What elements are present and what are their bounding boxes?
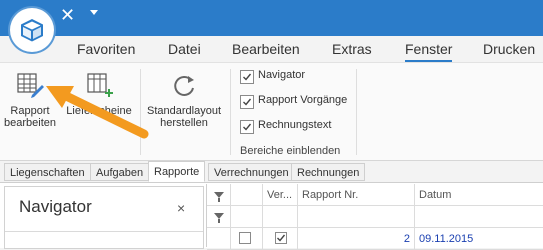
menu-drucken[interactable]: Drucken xyxy=(483,41,535,57)
tab-verrechnungen[interactable]: Verrechnungen xyxy=(208,163,295,181)
annotation-arrow-icon xyxy=(46,86,149,139)
close-icon[interactable]: × xyxy=(177,200,185,216)
navigator-panel: Navigator × xyxy=(4,186,204,249)
grid-filter-row-icon[interactable] xyxy=(207,206,231,228)
grid-filter-cell[interactable] xyxy=(231,206,263,228)
menu-bearbeiten[interactable]: Bearbeiten xyxy=(232,41,300,57)
standardlayout-button[interactable]: Standardlayout herstellen xyxy=(144,71,224,129)
grid-filter-cell[interactable] xyxy=(263,206,298,228)
menu-bar: Favoriten Datei Bearbeiten Extras Fenste… xyxy=(0,36,543,62)
navigator-title: Navigator xyxy=(19,197,92,216)
tab-rapporte[interactable]: Rapporte xyxy=(148,161,206,182)
grid-header-rapport-nr[interactable]: Rapport Nr. xyxy=(298,184,415,206)
ribbon-separator xyxy=(230,69,231,155)
grid-filter-header[interactable] xyxy=(207,184,231,206)
tab-aufgaben[interactable]: Aufgaben xyxy=(90,163,150,181)
tab-rechnungen[interactable]: Rechnungen xyxy=(291,163,366,181)
menu-extras[interactable]: Extras xyxy=(332,41,372,57)
grid-filter-cell[interactable] xyxy=(298,206,415,228)
ribbon-separator xyxy=(356,69,357,155)
checkbox-checked-icon[interactable] xyxy=(275,232,287,244)
navigator-divider xyxy=(5,231,203,232)
menu-datei[interactable]: Datei xyxy=(168,41,201,57)
menu-favoriten[interactable]: Favoriten xyxy=(77,41,135,57)
checkbox-icon[interactable] xyxy=(239,232,251,244)
grid-header-ver[interactable]: Ver... xyxy=(263,184,298,206)
grid-select-header xyxy=(231,184,263,206)
checkbox-icon[interactable] xyxy=(240,95,254,109)
ribbon-group-label: Bereiche einblenden xyxy=(240,145,341,157)
chevron-down-icon[interactable] xyxy=(90,10,98,15)
refresh-icon xyxy=(174,75,194,96)
cube-icon xyxy=(21,19,43,42)
grid-filter-cell[interactable] xyxy=(415,206,543,228)
app-logo[interactable] xyxy=(10,8,54,52)
grid-header-datum[interactable]: Datum xyxy=(415,184,543,206)
tab-bar: Liegenschaften Aufgaben Rapporte Verrech… xyxy=(0,161,543,182)
tab-liegenschaften[interactable]: Liegenschaften xyxy=(4,163,91,181)
close-icon[interactable]: ✕ xyxy=(60,6,75,24)
checkbox-icon[interactable] xyxy=(240,70,254,84)
title-bar: ✕ xyxy=(0,0,543,36)
menu-fenster[interactable]: Fenster xyxy=(405,41,453,62)
rapport-grid: Ver... Rapport Nr. Datum 2 09.11.2015 xyxy=(206,184,543,250)
checkbox-icon[interactable] xyxy=(240,120,254,134)
